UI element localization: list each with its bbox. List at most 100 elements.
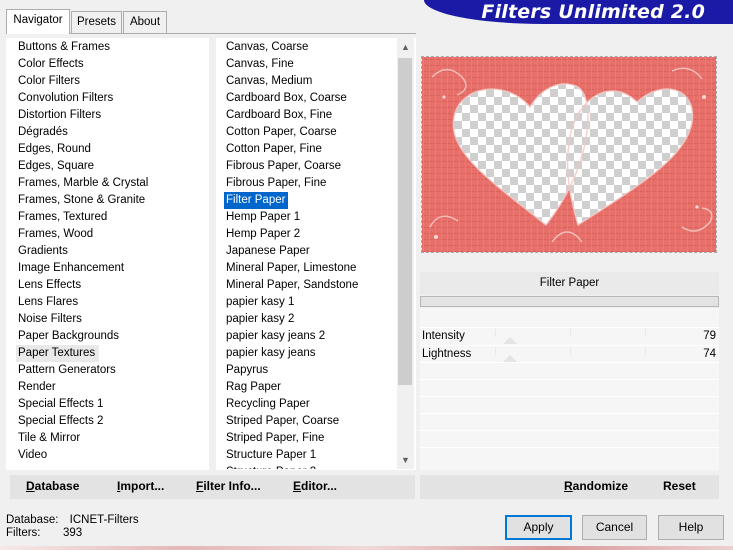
list-item[interactable]: Cotton Paper, Coarse (224, 124, 396, 141)
list-item[interactable]: papier kasy jeans 2 (224, 328, 396, 345)
list-item[interactable]: Paper Textures (16, 345, 100, 362)
list-item[interactable]: Gradients (16, 243, 148, 260)
list-item[interactable]: Video (16, 447, 148, 464)
list-item[interactable]: Special Effects 1 (16, 396, 148, 413)
list-item[interactable]: Tile & Mirror (16, 430, 148, 447)
param-lightness-value[interactable]: 74 (703, 348, 716, 360)
param-intensity-label: Intensity (422, 330, 465, 342)
list-item[interactable]: Cardboard Box, Coarse (224, 90, 396, 107)
tab-navigator[interactable]: Navigator (6, 9, 70, 34)
param-row-separator (420, 413, 719, 414)
filter-name-field (420, 296, 719, 307)
import-button[interactable]: Import... (117, 479, 164, 493)
param-slider-tick (570, 329, 571, 337)
background-edge (0, 546, 733, 550)
param-row-separator (420, 362, 719, 363)
preview-image (422, 57, 716, 252)
database-info: Database: ICNET-Filters (6, 514, 139, 526)
param-intensity-value[interactable]: 79 (703, 330, 716, 342)
list-item[interactable]: Striped Paper, Fine (224, 430, 396, 447)
list-item[interactable]: Image Enhancement (16, 260, 148, 277)
list-item[interactable]: Cotton Paper, Fine (224, 141, 396, 158)
reset-button[interactable]: Reset (663, 479, 696, 493)
list-item[interactable]: Canvas, Fine (224, 56, 396, 73)
list-item[interactable]: Frames, Marble & Crystal (16, 175, 148, 192)
list-item[interactable]: Mineral Paper, Sandstone (224, 277, 396, 294)
filters-info: Filters: 393 (6, 527, 82, 539)
tab-about[interactable]: About (123, 11, 167, 33)
filters-count-label: Filters: (6, 527, 41, 539)
list-item[interactable]: Canvas, Medium (224, 73, 396, 90)
filter-info-button[interactable]: Filter Info... (196, 479, 261, 493)
list-item[interactable]: Recycling Paper (224, 396, 396, 413)
list-item[interactable]: Buttons & Frames (16, 39, 148, 56)
param-slider-tick (645, 329, 646, 337)
help-button[interactable]: Help (658, 515, 724, 540)
param-row-separator (420, 327, 719, 328)
list-item[interactable]: Structure Paper 1 (224, 447, 396, 464)
randomize-button[interactable]: Randomize (564, 479, 628, 493)
database-button[interactable]: Database (26, 479, 79, 493)
editor-button[interactable]: Editor... (293, 479, 337, 493)
tab-presets[interactable]: Presets (71, 11, 122, 33)
list-item[interactable]: Mineral Paper, Limestone (224, 260, 396, 277)
database-label: Database: (6, 514, 59, 526)
list-item[interactable]: Cardboard Box, Fine (224, 107, 396, 124)
list-item[interactable]: Rag Paper (224, 379, 396, 396)
filters-count-value: 393 (63, 527, 83, 539)
list-item[interactable]: Color Effects (16, 56, 148, 73)
param-slider-tick (495, 329, 496, 337)
list-item[interactable]: Edges, Round (16, 141, 148, 158)
list-item[interactable]: Fibrous Paper, Coarse (224, 158, 396, 175)
list-item[interactable]: Striped Paper, Coarse (224, 413, 396, 430)
scroll-up-arrow-icon[interactable]: ▲ (397, 39, 414, 56)
app-title: Filters Unlimited 2.0 (481, 1, 705, 23)
scroll-thumb[interactable] (398, 58, 412, 385)
list-divider (209, 38, 216, 470)
lightness-slider-handle-icon[interactable] (503, 355, 517, 362)
list-item[interactable]: Japanese Paper (224, 243, 396, 260)
list-item[interactable]: Noise Filters (16, 311, 148, 328)
filter-name-label: Filter Paper (420, 272, 719, 295)
title-banner: Filters Unlimited 2.0 (424, 0, 733, 24)
list-item[interactable]: Papyrus (224, 362, 396, 379)
list-item[interactable]: Hemp Paper 2 (224, 226, 396, 243)
list-item[interactable]: Filter Paper (224, 192, 289, 209)
param-row-separator (420, 396, 719, 397)
param-row-separator (420, 447, 719, 448)
list-item[interactable]: Frames, Textured (16, 209, 148, 226)
param-slider-tick (570, 347, 571, 355)
list-item[interactable]: Frames, Stone & Granite (16, 192, 148, 209)
list-item[interactable]: Special Effects 2 (16, 413, 148, 430)
list-item[interactable]: papier kasy 2 (224, 311, 396, 328)
list-item[interactable]: Distortion Filters (16, 107, 148, 124)
list-item[interactable]: Render (16, 379, 148, 396)
param-row-separator (420, 379, 719, 380)
list-item[interactable]: Canvas, Coarse (224, 39, 396, 56)
list-item[interactable]: papier kasy jeans (224, 345, 396, 362)
param-slider-tick (495, 347, 496, 355)
filter-list[interactable]: Canvas, Coarse Canvas, Fine Canvas, Medium… (224, 39, 396, 469)
list-item[interactable]: Convolution Filters (16, 90, 148, 107)
list-item[interactable]: Pattern Generators (16, 362, 148, 379)
list-item[interactable]: Hemp Paper 1 (224, 209, 396, 226)
list-item[interactable]: Frames, Wood (16, 226, 148, 243)
param-row-separator (420, 345, 719, 346)
list-item[interactable]: Edges, Square (16, 158, 148, 175)
list-item[interactable]: Lens Flares (16, 294, 148, 311)
intensity-slider-handle-icon[interactable] (503, 337, 517, 344)
database-value: ICNET-Filters (69, 514, 139, 526)
list-item[interactable]: Dégradés (16, 124, 148, 141)
list-item[interactable]: Color Filters (16, 73, 148, 90)
param-lightness-label: Lightness (422, 348, 472, 360)
filter-preview (421, 56, 717, 253)
apply-button[interactable]: Apply (505, 515, 572, 540)
cancel-button[interactable]: Cancel (582, 515, 647, 540)
list-item[interactable]: Paper Backgrounds (16, 328, 148, 345)
list-item[interactable]: Fibrous Paper, Fine (224, 175, 396, 192)
category-list[interactable]: Buttons & Frames Color Effects Color Filte… (16, 39, 148, 464)
list-item[interactable]: papier kasy 1 (224, 294, 396, 311)
scroll-down-arrow-icon[interactable]: ▼ (397, 452, 414, 469)
list-item[interactable]: Lens Effects (16, 277, 148, 294)
list-item[interactable]: Structure Paper 2 (224, 464, 396, 469)
